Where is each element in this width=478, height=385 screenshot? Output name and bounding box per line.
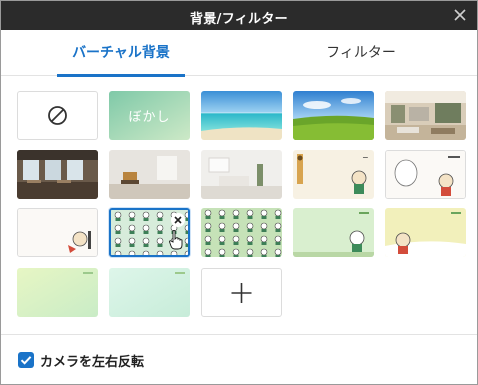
- meadow-image: [293, 91, 374, 140]
- yellow-character-image: [385, 208, 466, 257]
- background-grid: ぼかし ━━: [1, 77, 477, 333]
- beach-image: [201, 91, 282, 140]
- background-meadow-tile[interactable]: [293, 91, 374, 140]
- background-filter-dialog: 背景/フィルター バーチャル背景 フィルター ぼかし ━━ カメラを左右反転: [0, 0, 478, 385]
- white-living-image: [201, 150, 282, 199]
- background-none-tile[interactable]: [17, 91, 98, 140]
- character-fan-image: [18, 209, 97, 256]
- office-lounge-image: [385, 91, 466, 140]
- yellow-green-gradient-image: [17, 268, 98, 317]
- cafe-image: [17, 150, 98, 199]
- tab-virtual-background[interactable]: バーチャル背景: [57, 30, 185, 77]
- mint-gradient-image: [109, 268, 190, 317]
- blur-label: ぼかし: [128, 110, 171, 125]
- room-chair-image: [109, 150, 190, 199]
- background-yellow-green-gradient-tile[interactable]: [17, 268, 98, 317]
- background-green-character-tile[interactable]: [293, 208, 374, 257]
- remove-background-button[interactable]: [171, 213, 185, 227]
- dialog-title: 背景/フィルター: [190, 12, 288, 27]
- svg-text:━━: ━━: [362, 155, 368, 160]
- green-pattern-image: [201, 208, 282, 257]
- background-green-pattern-tile[interactable]: [201, 208, 282, 257]
- background-character-speech-tile[interactable]: [385, 150, 466, 199]
- background-beach-tile[interactable]: [201, 91, 282, 140]
- background-yellow-character-tile[interactable]: [385, 208, 466, 257]
- hand-cursor-icon: [169, 230, 183, 250]
- tab-filter-label: フィルター: [326, 45, 396, 61]
- tab-virtual-background-label: バーチャル背景: [72, 45, 170, 61]
- character-scroll-image: ━━: [293, 150, 374, 199]
- green-character-image: [293, 208, 374, 257]
- background-room-chair-tile[interactable]: [109, 150, 190, 199]
- background-cafe-tile[interactable]: [17, 150, 98, 199]
- prohibited-icon: [48, 106, 67, 125]
- background-office-lounge-tile[interactable]: [385, 91, 466, 140]
- tab-bar: バーチャル背景 フィルター: [1, 30, 477, 77]
- add-background-button[interactable]: [201, 268, 282, 317]
- tab-filter[interactable]: フィルター: [291, 30, 431, 76]
- background-white-living-tile[interactable]: [201, 150, 282, 199]
- close-icon: [174, 216, 182, 224]
- footer: カメラを左右反転: [1, 334, 477, 384]
- background-mint-gradient-tile[interactable]: [109, 268, 190, 317]
- plus-icon: [231, 283, 252, 303]
- background-blur-tile[interactable]: ぼかし: [109, 91, 190, 140]
- background-character-scroll-tile[interactable]: ━━: [293, 150, 374, 199]
- background-character-fan-tile[interactable]: [17, 208, 98, 257]
- mirror-camera-label: カメラを左右反転: [40, 355, 145, 370]
- background-pattern-selected-tile[interactable]: [109, 208, 190, 257]
- character-speech-image: [386, 151, 465, 198]
- close-icon[interactable]: [451, 6, 469, 24]
- checkmark-icon: [20, 356, 32, 365]
- title-bar: 背景/フィルター: [1, 1, 477, 30]
- mirror-camera-checkbox[interactable]: [18, 352, 34, 368]
